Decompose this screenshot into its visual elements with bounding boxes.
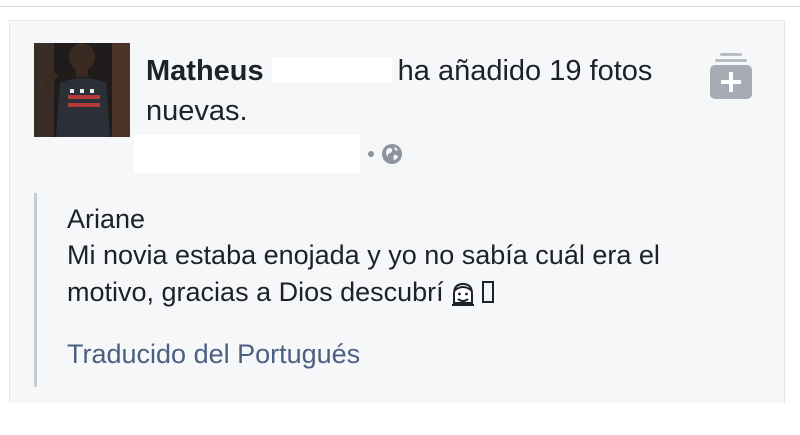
- globe-icon[interactable]: [381, 143, 403, 165]
- translated-link[interactable]: Traducido del Portugués: [67, 337, 734, 371]
- quote-author[interactable]: Ariane: [67, 203, 734, 235]
- quote-text: Mi novia estaba enojada y yo no sabía cu…: [67, 237, 707, 317]
- avatar-photo: [34, 43, 130, 137]
- redacted-name: [271, 57, 392, 83]
- author-name[interactable]: Matheus: [146, 55, 264, 87]
- redacted-timestamp: [134, 135, 360, 173]
- post-card: Matheus ha añadido 19 fotos nuevas. Arian…: [9, 20, 785, 403]
- missing-glyph-icon: [481, 281, 494, 303]
- separator-dot: [368, 151, 374, 157]
- quote-text-body: Mi novia estaba enojada y yo no sabía cu…: [67, 240, 660, 307]
- post-header-text: Matheus ha añadido 19 fotos nuevas.: [146, 51, 666, 131]
- post-meta: [134, 135, 403, 173]
- shared-quote: Ariane Mi novia estaba enojada y yo no s…: [34, 193, 734, 387]
- avatar[interactable]: [34, 43, 130, 137]
- top-divider: [0, 6, 800, 7]
- add-photos-icon[interactable]: [710, 53, 752, 103]
- blushing-emoji-icon: [450, 280, 476, 317]
